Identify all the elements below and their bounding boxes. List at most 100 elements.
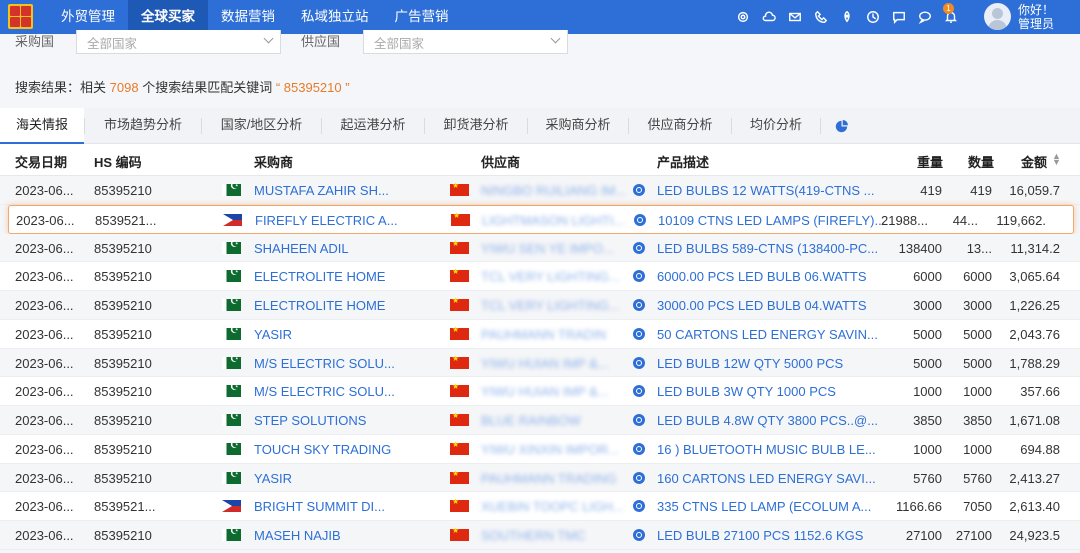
rocket-icon[interactable] <box>838 8 856 26</box>
link-icon[interactable] <box>634 213 646 226</box>
tab-customs-intel[interactable]: 海关情报 <box>0 108 84 144</box>
row-product[interactable]: 6000.00 PCS LED BULB 06.WATTS <box>657 269 867 284</box>
brand-logo[interactable] <box>8 4 33 29</box>
tab-arrival-port[interactable]: 卸货港分析 <box>425 108 527 144</box>
tab-departure-port[interactable]: 起运港分析 <box>322 108 424 144</box>
sort-icon[interactable]: ▲ ▼ <box>1052 152 1061 167</box>
table-row[interactable]: 2023-06... 85395210 MUSTAFA ZAHIR SH... NIN… <box>0 176 1080 205</box>
row-product[interactable]: LED BULB 3W QTY 1000 PCS <box>657 384 836 399</box>
avatar[interactable] <box>984 3 1011 30</box>
pie-chart-icon[interactable] <box>821 108 861 144</box>
row-buyer[interactable]: M/S ELECTRIC SOLU... <box>254 356 395 371</box>
row-product[interactable]: LED BULB 4.8W QTY 3800 PCS..@... <box>657 413 878 428</box>
col-supplier[interactable]: 供应商 <box>481 152 520 171</box>
table-row[interactable]: 2023-06... 85395210 M/S ELECTRIC SOLU... YI… <box>0 348 1080 378</box>
row-product[interactable]: LED BULBS 12 WATTS(419-CTNS ... <box>657 183 874 198</box>
col-product[interactable]: 产品描述 <box>657 152 709 171</box>
row-supplier[interactable]: YIWU HUIAN IMP &... <box>481 384 609 399</box>
row-supplier[interactable]: BLUE RAINBOW <box>481 413 581 428</box>
row-supplier[interactable]: TCL VERY LIGHTING... <box>481 298 619 313</box>
col-weight[interactable]: 重量 <box>917 152 943 171</box>
row-supplier[interactable]: SOUTHERN TMC <box>481 528 585 543</box>
table-row[interactable]: 2023-06... 85395210 TOUCH SKY TRADING YIWU … <box>0 434 1080 464</box>
link-icon[interactable] <box>633 356 645 369</box>
tab-avg-price[interactable]: 均价分析 <box>732 108 820 144</box>
row-buyer[interactable]: YASIR <box>254 471 292 486</box>
col-amount[interactable]: 金额 <box>1021 152 1047 171</box>
message-icon[interactable] <box>916 8 934 26</box>
table-row[interactable]: 2023-06... 8539521... FIREFLY ELECTRIC A..… <box>8 204 1074 234</box>
table-row[interactable]: 2023-06... 85395210 SHAHEEN ADIL YIWU SEN Y… <box>0 233 1080 263</box>
table-row[interactable]: 2023-06... 85395210 YASIR PAUHMANN TRADING 1… <box>0 463 1080 493</box>
row-supplier[interactable]: YIWU SEN YE IMPO... <box>481 241 614 256</box>
row-buyer[interactable]: ELECTROLITE HOME <box>254 298 385 313</box>
nav-tab-foreign-trade[interactable]: 外贸管理 <box>48 0 128 34</box>
settings-icon[interactable] <box>734 8 752 26</box>
tab-market-trend[interactable]: 市场趋势分析 <box>85 108 201 144</box>
col-buyer[interactable]: 采购商 <box>254 152 293 171</box>
nav-tab-private-site[interactable]: 私域独立站 <box>288 0 382 34</box>
row-buyer[interactable]: STEP SOLUTIONS <box>254 413 366 428</box>
row-buyer[interactable]: YASIR <box>254 327 292 342</box>
link-icon[interactable] <box>633 241 645 254</box>
nav-tab-ad-marketing[interactable]: 广告营销 <box>382 0 462 34</box>
row-buyer[interactable]: ELECTROLITE HOME <box>254 269 385 284</box>
phone-icon[interactable] <box>812 8 830 26</box>
row-product[interactable]: LED BULBS 589-CTNS (138400-PC... <box>657 241 878 256</box>
link-icon[interactable] <box>633 414 645 426</box>
nav-tab-global-buyers[interactable]: 全球买家 <box>128 0 208 34</box>
chat-icon[interactable] <box>890 8 908 26</box>
row-product[interactable]: 16 ) BLUETOOTH MUSIC BULB LE... <box>657 442 876 457</box>
tab-buyer-analysis[interactable]: 采购商分析 <box>528 108 628 144</box>
tab-country-analysis[interactable]: 国家/地区分析 <box>202 108 321 144</box>
table-row[interactable]: 2023-06... 8539521... BRIGHT SUMMIT DI... X… <box>0 492 1080 521</box>
cloud-icon[interactable] <box>760 8 778 26</box>
link-icon[interactable] <box>633 385 645 398</box>
row-buyer[interactable]: MUSTAFA ZAHIR SH... <box>254 183 389 198</box>
row-buyer[interactable]: FIREFLY ELECTRIC A... <box>255 213 398 228</box>
col-qty[interactable]: 数量 <box>968 152 994 171</box>
row-supplier[interactable]: YIWU HUIAN IMP &... <box>481 356 609 371</box>
link-icon[interactable] <box>633 270 645 283</box>
row-product[interactable]: 10109 CTNS LED LAMPS (FIREFLY)... <box>658 213 885 228</box>
row-supplier[interactable]: YIWU XINXIN IMPOR... <box>481 442 619 457</box>
row-buyer[interactable]: SHAHEEN ADIL <box>254 241 349 256</box>
link-icon[interactable] <box>633 327 645 340</box>
row-buyer[interactable]: TOUCH SKY TRADING <box>254 442 391 457</box>
buyer-country-select[interactable]: 全部国家 <box>76 30 281 54</box>
row-supplier[interactable]: PAUHMANN TRADIN <box>481 327 606 342</box>
row-product[interactable]: LED BULB 27100 PCS 1152.6 KGS <box>657 528 863 543</box>
row-product[interactable]: 335 CTNS LED LAMP (ECOLUM A... <box>657 499 871 514</box>
table-row[interactable]: 2023-06... 85395210 M/S ELECTRIC SOLU... YI… <box>0 377 1080 406</box>
table-row[interactable]: 2023-06... 85395210 YASIR PAUHMANN TRADIN 50… <box>0 319 1080 349</box>
supplier-country-select[interactable]: 全部国家 <box>363 30 568 54</box>
link-icon[interactable] <box>633 471 645 484</box>
link-icon[interactable] <box>633 529 645 541</box>
clock-icon[interactable] <box>864 8 882 26</box>
row-buyer[interactable]: MASEH NAJIB <box>254 528 341 543</box>
row-supplier[interactable]: PAUHMANN TRADING <box>481 471 616 486</box>
user-greeting[interactable]: 你好！ 管理员 <box>1018 3 1054 31</box>
col-date[interactable]: 交易日期 <box>15 152 67 171</box>
col-hs-code[interactable]: HS 编码 <box>94 152 142 171</box>
row-product[interactable]: 50 CARTONS LED ENERGY SAVIN... <box>657 327 878 342</box>
nav-tab-data-marketing[interactable]: 数据营销 <box>208 0 288 34</box>
row-product[interactable]: LED BULB 12W QTY 5000 PCS <box>657 356 843 371</box>
table-row[interactable]: 2023-06... 85395210 MASEH NAJIB SOUTHERN TM… <box>0 521 1080 550</box>
row-supplier[interactable]: LIGHTMASON LIGHTI... <box>482 213 624 228</box>
row-supplier[interactable]: TCL VERY LIGHTING... <box>481 269 619 284</box>
table-row[interactable]: 2023-06... 85395210 STEP SOLUTIONS BLUE RAI… <box>0 406 1080 435</box>
link-icon[interactable] <box>633 184 645 196</box>
table-row[interactable]: 2023-06... 85395210 ELECTROLITE HOME TCL VE… <box>0 291 1080 320</box>
mail-icon[interactable] <box>786 8 804 26</box>
row-buyer[interactable]: BRIGHT SUMMIT DI... <box>254 499 385 514</box>
link-icon[interactable] <box>633 500 645 513</box>
link-icon[interactable] <box>633 442 645 455</box>
row-supplier[interactable]: XUEBIN TOOPC LIGH... <box>481 499 624 514</box>
tab-supplier-analysis[interactable]: 供应商分析 <box>629 108 731 144</box>
link-icon[interactable] <box>633 299 645 311</box>
row-product[interactable]: 3000.00 PCS LED BULB 04.WATTS <box>657 298 867 313</box>
row-buyer[interactable]: M/S ELECTRIC SOLU... <box>254 384 395 399</box>
table-row[interactable]: 2023-06... 85395210 ELECTROLITE HOME TCL VE… <box>0 262 1080 291</box>
row-supplier[interactable]: NINGBO RUILIANG IM... <box>481 183 626 198</box>
